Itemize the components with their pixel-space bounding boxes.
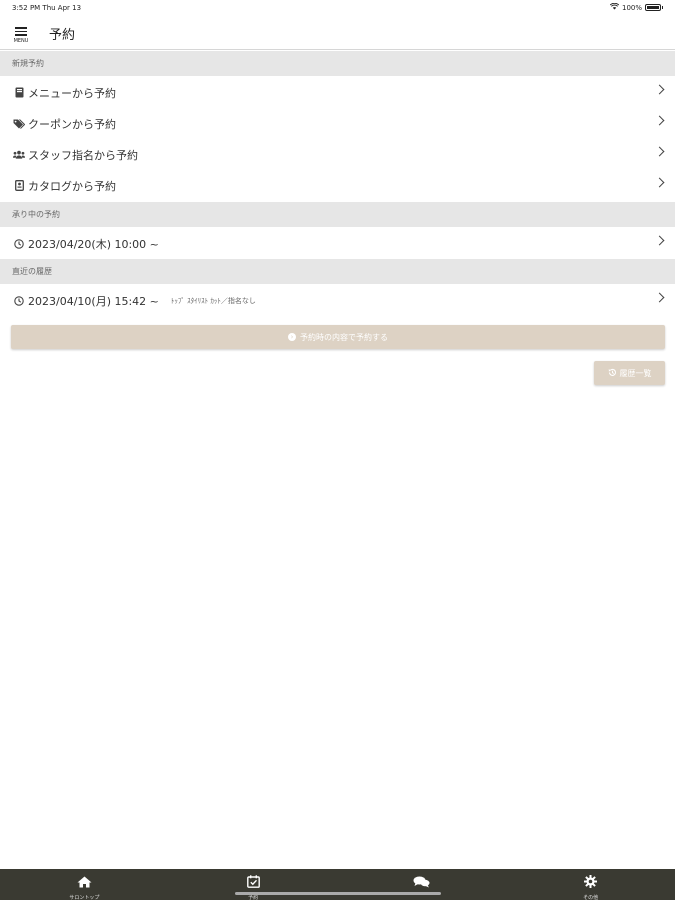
status-bar: 3:52 PM Thu Apr 13 100%: [0, 0, 675, 16]
row-label: クーポンから予約: [28, 117, 116, 131]
info-icon: ›: [288, 333, 296, 341]
upcoming-reservation-row[interactable]: 2023/04/20(木) 10:00 ~: [0, 228, 675, 259]
battery-icon: [645, 4, 661, 11]
chat-icon: [413, 873, 430, 892]
clock-icon: [13, 238, 25, 250]
tags-icon: [13, 118, 25, 130]
rebook-button[interactable]: › 予約時の内容で予約する: [11, 325, 665, 349]
tab-reservation[interactable]: 予約: [169, 869, 338, 901]
book-icon: [13, 87, 25, 99]
section-recent-history: 直近の履歴: [0, 259, 675, 284]
gear-icon: [584, 873, 598, 892]
tab-salon-top[interactable]: サロントップ: [0, 869, 169, 901]
users-icon: [13, 149, 25, 161]
tab-bar: サロントップ 予約 その他: [0, 869, 675, 901]
row-label: スタッフ指名から予約: [28, 148, 138, 162]
calendar-check-icon: [246, 873, 260, 892]
row-label: 2023/04/20(木) 10:00 ~: [28, 237, 159, 251]
section-upcoming: 承り中の予約: [0, 202, 675, 227]
history-list-button[interactable]: 履歴一覧: [594, 361, 665, 385]
home-indicator: [235, 892, 441, 895]
tab-messages[interactable]: [338, 869, 507, 900]
section-new-reservation: 新規予約: [0, 51, 675, 76]
coupon-reservation-row[interactable]: クーポンから予約: [0, 108, 675, 139]
catalog-reservation-row[interactable]: カタログから予約: [0, 170, 675, 201]
history-list-label: 履歴一覧: [619, 368, 652, 378]
clock-icon: [13, 295, 25, 307]
row-note: ﾄｯﾌﾟ ｽﾀｲﾘｽﾄ ｶｯﾄ／指名なし: [170, 296, 256, 305]
status-time: 3:52 PM Thu Apr 13: [12, 4, 82, 12]
chevron-right-icon: [654, 235, 665, 246]
tab-other[interactable]: その他: [506, 869, 675, 901]
menu-reservation-row[interactable]: メニューから予約: [0, 77, 675, 108]
page-title: 予約: [49, 28, 76, 43]
row-label: 2023/04/10(月) 15:42 ~: [28, 294, 159, 308]
menu-label: MENU: [13, 37, 29, 44]
staff-reservation-row[interactable]: スタッフ指名から予約: [0, 139, 675, 170]
status-right: 100%: [609, 2, 663, 12]
menu-button[interactable]: MENU: [10, 24, 32, 48]
row-label: メニューから予約: [28, 86, 116, 100]
chevron-right-icon: [654, 177, 665, 188]
home-icon: [77, 873, 92, 892]
chevron-right-icon: [654, 292, 665, 303]
history-icon: [608, 368, 617, 379]
chevron-right-icon: [654, 84, 665, 95]
row-label: カタログから予約: [28, 179, 116, 193]
app-header: MENU 予約: [0, 16, 675, 50]
battery-percent: 100%: [621, 3, 642, 12]
chevron-right-icon: [654, 115, 665, 126]
wifi-icon: [609, 2, 620, 12]
rebook-button-label: 予約時の内容で予約する: [300, 332, 388, 342]
catalog-icon: [13, 180, 25, 192]
chevron-right-icon: [654, 146, 665, 157]
history-row[interactable]: 2023/04/10(月) 15:42 ~ ﾄｯﾌﾟ ｽﾀｲﾘｽﾄ ｶｯﾄ／指名…: [0, 285, 675, 316]
